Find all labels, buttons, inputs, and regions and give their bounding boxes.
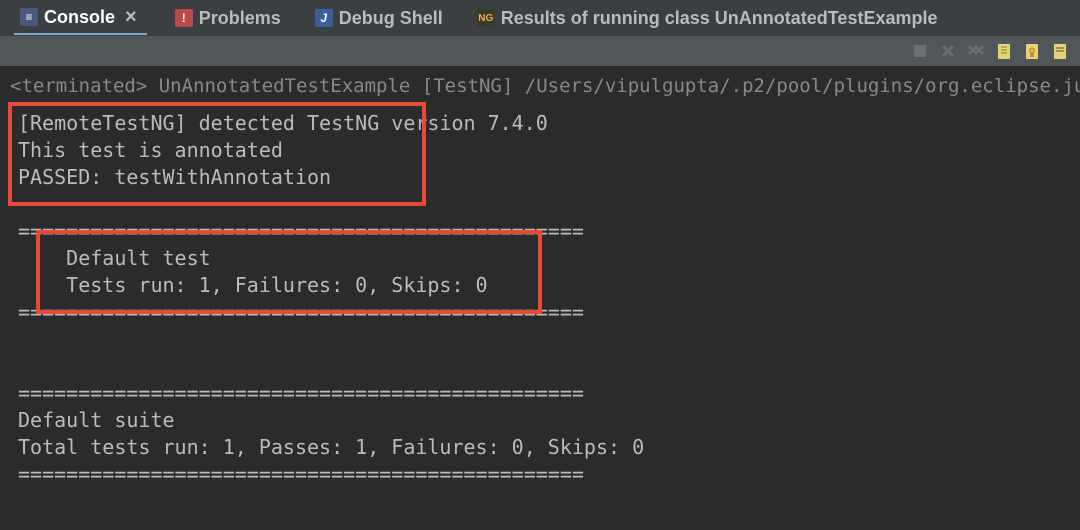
- console-output: <terminated> UnAnnotatedTestExample [Tes…: [0, 66, 1080, 530]
- tab-debug-shell[interactable]: J Debug Shell: [309, 4, 449, 33]
- word-wrap-icon[interactable]: [1048, 39, 1072, 63]
- ng-icon: NG: [477, 9, 495, 27]
- close-icon[interactable]: ×: [121, 6, 141, 29]
- j-icon: J: [315, 9, 333, 27]
- tab-console[interactable]: ≡ Console ×: [14, 2, 147, 35]
- tab-label: Results of running class UnAnnotatedTest…: [501, 8, 938, 29]
- tab-bar: ≡ Console × ! Problems J Debug Shell NG …: [0, 0, 1080, 36]
- tab-label: Debug Shell: [339, 8, 443, 29]
- remove-all-icon[interactable]: [964, 39, 988, 63]
- tab-problems[interactable]: ! Problems: [169, 4, 287, 33]
- termination-info: <terminated> UnAnnotatedTestExample [Tes…: [0, 66, 1080, 100]
- tab-label: Console: [44, 7, 115, 28]
- console-icon: ≡: [20, 8, 38, 26]
- console-toolbar: [0, 36, 1080, 66]
- problems-icon: !: [175, 9, 193, 27]
- console-text[interactable]: [RemoteTestNG] detected TestNG version 7…: [0, 100, 1080, 488]
- clear-console-icon[interactable]: [992, 39, 1016, 63]
- stop-icon[interactable]: [908, 39, 932, 63]
- remove-launch-icon[interactable]: [936, 39, 960, 63]
- tab-results[interactable]: NG Results of running class UnAnnotatedT…: [471, 4, 944, 33]
- scroll-lock-icon[interactable]: [1020, 39, 1044, 63]
- tab-label: Problems: [199, 8, 281, 29]
